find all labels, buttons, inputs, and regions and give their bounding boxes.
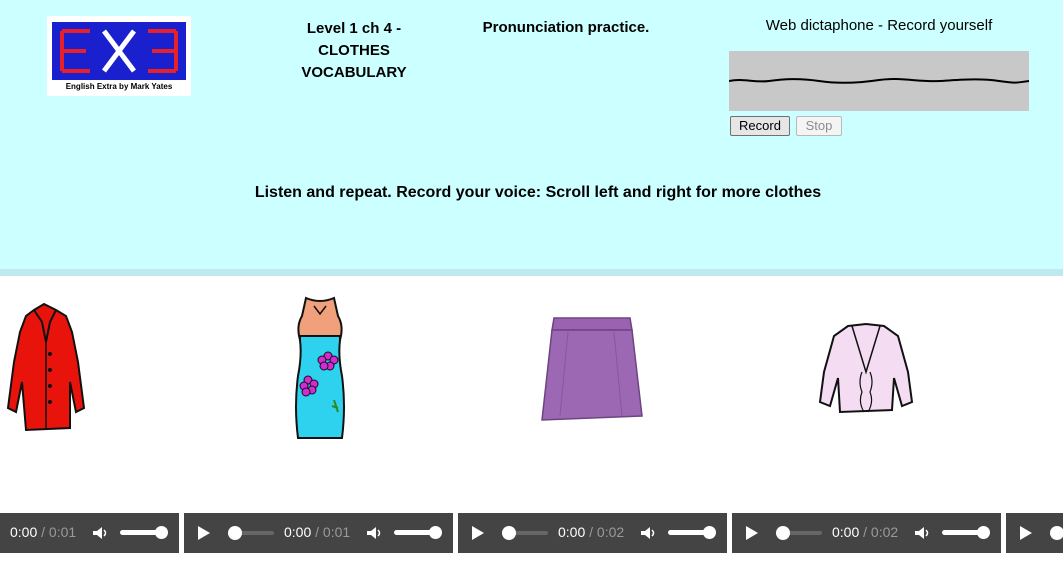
stop-button[interactable]: Stop [796,116,842,136]
volume-thumb[interactable] [977,526,990,539]
dictaphone-title: Web dictaphone - Record yourself [765,17,993,34]
volume-icon[interactable] [366,526,384,540]
volume-thumb[interactable] [703,526,716,539]
logo-box [52,22,186,80]
level-line-1: Level 1 ch 4 - [306,20,402,37]
audio-player-2[interactable]: 0:00 / 0:01 [184,513,453,553]
time-display: 0:00 / 0:01 [284,524,351,540]
play-icon[interactable] [1020,526,1032,540]
volume-icon[interactable] [914,526,932,540]
blue-dress-icon [295,296,345,439]
audio-player-5[interactable] [1006,513,1063,553]
pink-blouse-icon [818,322,914,414]
time-display: 0:00 / 0:01 [10,524,77,540]
purple-skirt-icon [541,317,643,421]
record-button[interactable]: Record [730,116,790,136]
exe-logo: English Extra by Mark Yates [47,16,191,96]
time-display: 0:00 / 0:02 [558,524,625,540]
play-icon[interactable] [198,526,210,540]
waveform-canvas [728,51,1030,111]
level-line-2: CLOTHES [318,42,390,59]
volume-thumb[interactable] [155,526,168,539]
logo-letters [60,29,178,73]
volume-icon[interactable] [640,526,658,540]
header-divider [0,269,1063,276]
audio-player-4[interactable]: 0:00 / 0:02 [732,513,1001,553]
level-title: Level 1 ch 4 - CLOTHES VOCABULARY [288,18,420,84]
level-line-3: VOCABULARY [301,64,407,81]
volume-thumb[interactable] [429,526,442,539]
play-icon[interactable] [746,526,758,540]
audio-player-3[interactable]: 0:00 / 0:02 [458,513,727,553]
volume-icon[interactable] [92,526,110,540]
audio-player-1[interactable]: 0:00 / 0:01 [0,513,179,553]
seek-thumb[interactable] [1050,526,1063,540]
instructions-text: Listen and repeat. Record your voice: Sc… [254,184,822,201]
seek-thumb[interactable] [502,526,516,540]
header-panel: English Extra by Mark Yates Level 1 ch 4… [0,0,1063,269]
red-coat-icon [6,302,86,432]
practice-title: Pronunciation practice. [482,19,650,36]
logo-caption: English Extra by Mark Yates [65,82,173,91]
seek-thumb[interactable] [776,526,790,540]
play-icon[interactable] [472,526,484,540]
seek-thumb[interactable] [228,526,242,540]
time-display: 0:00 / 0:02 [832,524,899,540]
